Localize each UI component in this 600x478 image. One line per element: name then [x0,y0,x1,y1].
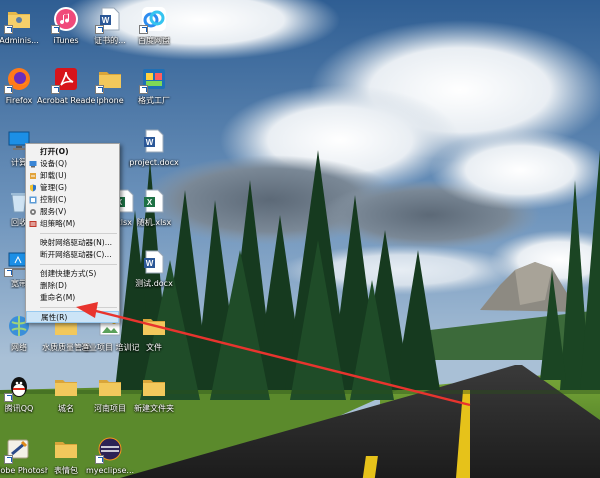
desktop-icon-label: 测试.docx [135,279,173,288]
uninstall-icon [29,172,37,180]
desktop-icon[interactable]: Adminis... [0,5,42,46]
context-menu-item[interactable]: 删除(D) [26,280,119,292]
folder-icon [140,312,168,340]
shortcut-arrow-icon [95,455,104,464]
shortcut-arrow-icon [4,85,13,94]
context-menu-item-label: 断开网络驱动器(C)... [40,250,112,259]
shortcut-arrow-icon [4,455,13,464]
shortcut-arrow-icon [95,85,104,94]
context-menu-item-label: 删除(D) [40,281,67,290]
desktop[interactable]: Adminis... iTunes W 证书的... 百度网盘 Firefox Acroba… [0,0,600,478]
device-icon [29,160,37,168]
desktop-icon[interactable]: Firefox [0,65,42,106]
context-menu-item[interactable]: 卸载(U) [26,170,119,182]
context-menu-item[interactable]: 组策略(M) [26,218,119,230]
context-menu-item-label: 创建快捷方式(S) [40,269,97,278]
menu-separator [40,264,117,265]
desktop-icon[interactable]: Adobe Photosh... [0,435,48,476]
folder-icon [95,65,124,94]
control-icon [29,196,37,204]
eclipse-icon [95,435,124,464]
acrobat-icon [51,65,80,94]
qq-icon [4,373,33,402]
format-factory-icon [139,65,168,94]
shortcut-arrow-icon [51,85,60,94]
word-document-icon: W [140,127,168,155]
context-menu-item-label: 卸载(U) [40,171,67,180]
context-menu-item[interactable]: 属性(R) [26,311,119,323]
word-document-icon: W [140,248,168,276]
excel-document-icon: X [140,187,168,215]
word-document-icon: W [95,5,124,34]
shortcut-arrow-icon [139,85,148,94]
shield-icon [29,184,37,192]
itunes-icon [51,5,80,34]
shortcut-arrow-icon [139,25,148,34]
context-menu-item[interactable]: 重命名(M) [26,292,119,304]
photoshop-icon [4,435,33,464]
context-menu-item-label: 映射网络驱动器(N)... [40,238,113,247]
firefox-icon [4,65,33,94]
context-menu-item-label: 控制(C) [40,195,67,204]
context-menu-item-label: 重命名(M) [40,293,76,302]
gear-icon [29,208,37,216]
context-menu-item-label: 服务(V) [40,207,67,216]
context-menu-item-label: 管理(G) [40,183,67,192]
desktop-icon[interactable]: 格式工厂 [131,65,177,106]
svg-text:W: W [102,16,110,25]
context-menu-item[interactable]: 控制(C) [26,194,119,206]
desktop-icon-label: myeclipse... [85,466,135,475]
shortcut-arrow-icon [4,393,13,402]
desktop-icon[interactable]: 腾讯QQ [0,373,42,414]
baidu-netdisk-icon [139,5,168,34]
shortcut-arrow-icon [4,25,13,34]
policy-icon [29,220,37,228]
desktop-icon[interactable]: Wproject.docx [129,127,179,168]
desktop-icon[interactable]: X 随机.xlsx [131,187,177,228]
shortcut-arrow-icon [51,25,60,34]
desktop-icon-label: 随机.xlsx [136,218,172,227]
svg-text:W: W [146,259,154,268]
shortcut-arrow-icon [95,25,104,34]
context-menu-item[interactable]: 断开网络驱动器(C)... [26,249,119,261]
desktop-icon[interactable]: 新建文件夹 [131,373,177,414]
context-menu-item-label: 打开(O) [40,147,69,156]
desktop-icon[interactable]: 文件 [131,312,177,353]
folder-icon [140,373,168,401]
context-menu-item-label: 组策略(M) [40,219,76,228]
desktop-icon-label: 新建文件夹 [134,404,174,413]
context-menu-item[interactable]: 设备(Q) [26,158,119,170]
context-menu-item[interactable]: 映射网络驱动器(N)... [26,237,119,249]
user-folder-icon [4,5,33,34]
svg-text:X: X [147,198,153,207]
context-menu-item[interactable]: 打开(O) [26,146,119,158]
desktop-icon-label: 格式工厂 [138,96,170,105]
desktop-icon[interactable]: 百度网盘 [131,5,177,46]
desktop-icon-label: project.docx [129,158,179,167]
context-menu: 打开(O) 设备(Q) 卸载(U) 管理(G) 控制(C) 服务(V) 组策略(M) 映射网络… [25,143,120,323]
folder-icon [96,373,124,401]
desktop-icon-label: 百度网盘 [138,36,170,45]
context-menu-item-label: 属性(R) [41,313,68,322]
svg-text:W: W [146,138,154,147]
context-menu-item[interactable]: 管理(G) [26,182,119,194]
desktop-icon-label: 文件 [146,343,162,352]
context-menu-item-label: 设备(Q) [40,159,68,168]
shortcut-arrow-icon [4,268,13,277]
context-menu-item[interactable]: 创建快捷方式(S) [26,268,119,280]
desktop-icon[interactable]: myeclipse... [86,435,134,476]
folder-icon [52,435,80,463]
menu-separator [40,307,117,308]
folder-icon [52,373,80,401]
desktop-icon[interactable]: W 测试.docx [131,248,177,289]
context-menu-item[interactable]: 服务(V) [26,206,119,218]
menu-separator [40,233,117,234]
